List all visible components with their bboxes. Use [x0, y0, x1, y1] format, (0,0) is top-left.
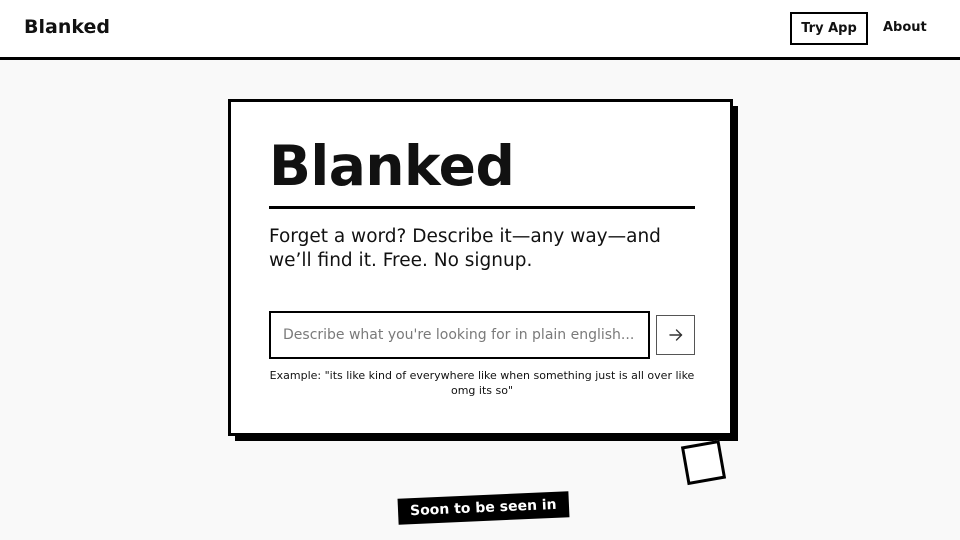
try-app-button[interactable]: Try App [790, 12, 868, 45]
example-query: Example: "its like kind of everywhere li… [269, 369, 695, 397]
hero-card: Blanked Forget a word? Describe it—any w… [228, 99, 733, 436]
soon-to-be-seen-badge: Soon to be seen in [397, 491, 570, 525]
hero-title: Blanked [269, 134, 515, 198]
hero-tagline: Forget a word? Describe it—any way—and w… [269, 226, 661, 271]
top-navbar: Blanked Try App About [0, 0, 960, 60]
submit-search-button[interactable] [656, 315, 695, 355]
title-divider [269, 206, 695, 209]
brand-logo[interactable]: Blanked [24, 15, 110, 39]
describe-word-input[interactable] [269, 311, 650, 359]
decorative-square [680, 439, 727, 486]
about-link[interactable]: About [883, 18, 927, 38]
arrow-right-icon [668, 329, 682, 341]
